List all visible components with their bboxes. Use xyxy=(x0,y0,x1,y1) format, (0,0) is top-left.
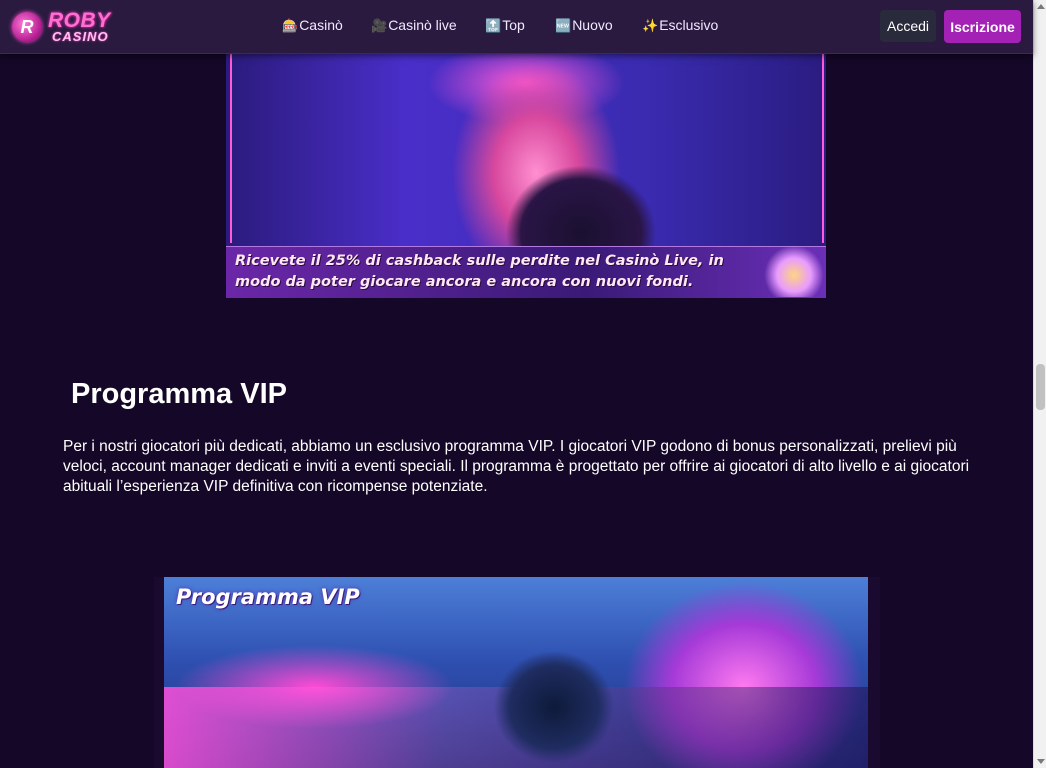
vip-program-description: Per i nostri giocatori più dedicati, abb… xyxy=(63,438,970,495)
coins-decoration xyxy=(764,245,824,297)
nav-item-label: Top xyxy=(502,17,525,33)
video-camera-icon: 🎥 xyxy=(371,18,388,33)
live-casino-cashback-banner: Ricevete il 25% di cashback sulle perdit… xyxy=(226,53,826,298)
vip-program-banner: Programma VIP xyxy=(154,577,880,768)
sparkles-icon: ✨ xyxy=(642,18,659,33)
vertical-scrollbar[interactable] xyxy=(1033,0,1046,768)
nav-item-casino[interactable]: 🎰Casinò xyxy=(282,17,343,34)
top-arrow-icon: 🔝 xyxy=(485,18,502,33)
nav-item-nuovo[interactable]: 🆕Nuovo xyxy=(555,17,613,34)
cyberpunk-woman-illustration xyxy=(476,113,686,253)
nav-item-label: Esclusivo xyxy=(659,17,719,33)
top-navigation-bar: R ROBY CASINO 🎰Casinò 🎥Casinò live 🔝Top … xyxy=(0,0,1033,54)
nav-item-label: Casinò xyxy=(299,17,343,33)
nav-item-casino-live[interactable]: 🎥Casinò live xyxy=(371,17,457,34)
scroll-down-arrow-icon[interactable] xyxy=(1037,759,1045,764)
banner-caption: Ricevete il 25% di cashback sulle perdit… xyxy=(235,253,724,290)
nav-item-top[interactable]: 🔝Top xyxy=(485,17,525,34)
nav-item-esclusivo[interactable]: ✨Esclusivo xyxy=(642,17,718,34)
login-button[interactable]: Accedi xyxy=(880,10,936,42)
scroll-up-arrow-icon[interactable] xyxy=(1037,4,1045,9)
page: R ROBY CASINO 🎰Casinò 🎥Casinò live 🔝Top … xyxy=(0,0,1033,768)
motorcycle-rider-illustration xyxy=(464,617,644,768)
main-nav: 🎰Casinò 🎥Casinò live 🔝Top 🆕Nuovo ✨Esclus… xyxy=(0,17,1033,37)
vip-banner-title: Programma VIP xyxy=(176,585,360,609)
vip-program-heading: Programma VIP xyxy=(71,378,287,410)
nav-item-label: Casinò live xyxy=(388,17,457,33)
nav-item-label: Nuovo xyxy=(572,17,613,33)
slot-machine-icon: 🎰 xyxy=(282,18,299,33)
register-button[interactable]: Iscrizione xyxy=(944,10,1021,43)
scrollbar-thumb[interactable] xyxy=(1036,364,1045,410)
new-badge-icon: 🆕 xyxy=(555,18,572,33)
